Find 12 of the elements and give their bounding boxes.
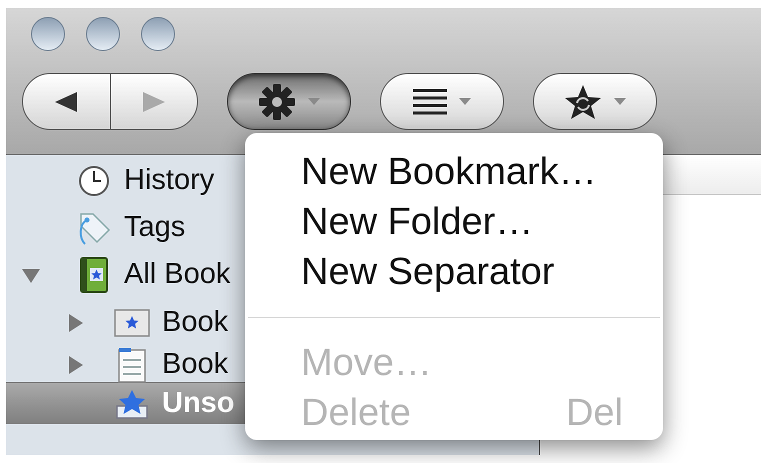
menu-item-label: New Bookmark… — [301, 150, 597, 194]
sidebar-label: Tags — [124, 210, 186, 246]
shortcut-label: Del — [566, 390, 623, 436]
sidebar-label: History — [124, 163, 214, 198]
menu-item-label: Delete — [301, 390, 411, 436]
sidebar-label: All Book — [124, 257, 230, 292]
sidebar-label: Book — [162, 346, 228, 382]
menu-item-label: Move… — [301, 340, 432, 386]
menu-item-label: New Separator — [301, 250, 554, 294]
sidebar-label: Book — [162, 305, 228, 340]
sidebar-label: Unso — [162, 386, 234, 421]
menu-item-label: New Folder… — [301, 200, 534, 244]
